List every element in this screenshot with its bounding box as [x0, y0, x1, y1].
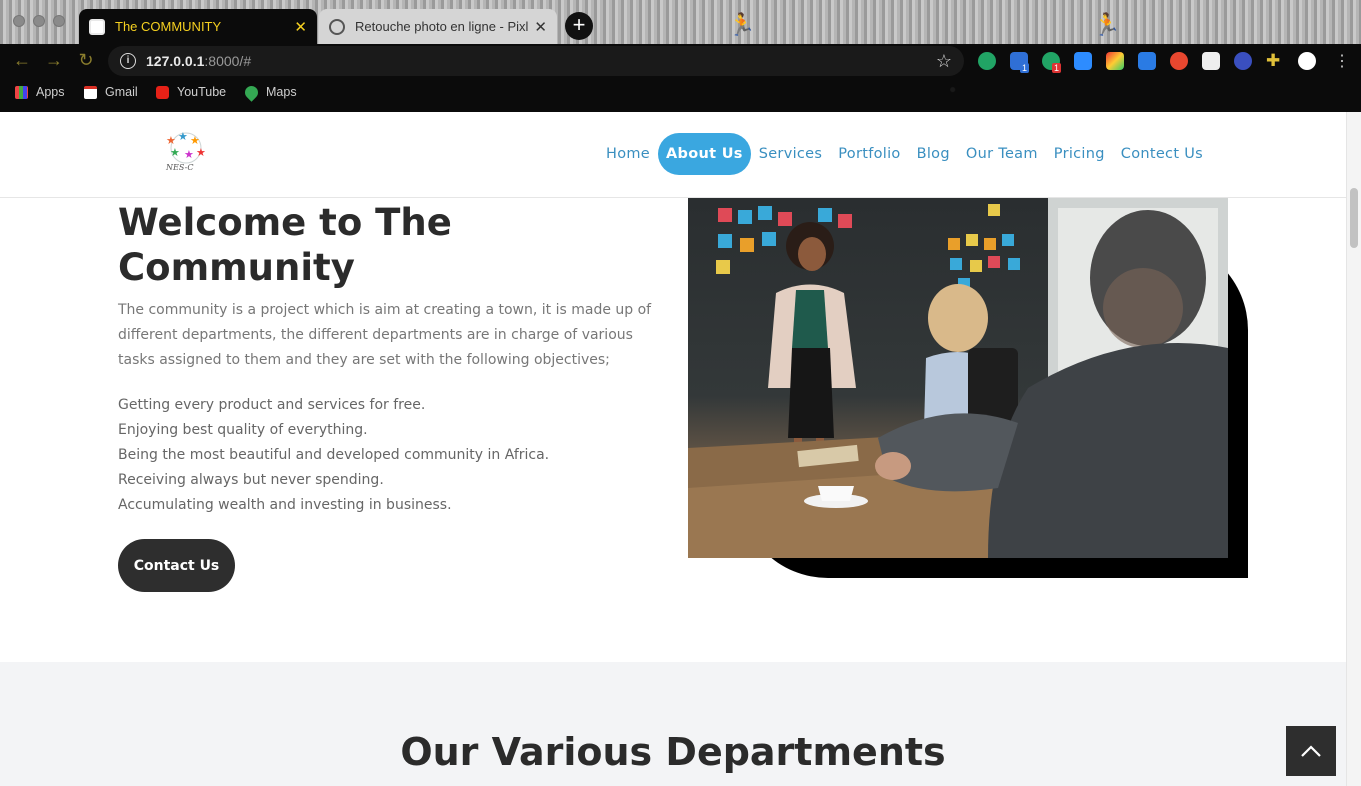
site-favicon-icon — [89, 18, 105, 35]
tab-title: Retouche photo en ligne - Pixlr — [355, 19, 529, 34]
extension-icon[interactable] — [1170, 52, 1188, 70]
site-header: ★ ★ ★ ★ ★ ★ NES-C Home About Us Services… — [0, 112, 1346, 198]
nav-portfolio[interactable]: Portfolio — [830, 133, 908, 175]
bookmark-apps[interactable]: Apps — [15, 85, 65, 99]
extensions-puzzle-icon[interactable]: ✚ — [1266, 52, 1284, 70]
bookmark-label: YouTube — [177, 85, 227, 99]
objectives-list: Getting every product and services for f… — [118, 393, 658, 518]
svg-text:★: ★ — [178, 131, 188, 143]
back-arrow-icon[interactable]: ← — [11, 50, 33, 71]
extension-icon[interactable] — [1106, 52, 1124, 70]
about-title: Welcome to The Community — [118, 201, 452, 289]
nav-blog[interactable]: Blog — [909, 133, 958, 175]
bookmark-youtube[interactable]: YouTube — [156, 85, 226, 99]
gmail-icon — [84, 85, 97, 99]
bookmark-star-icon[interactable]: ☆ — [936, 51, 952, 72]
profile-avatar[interactable] — [1298, 52, 1316, 70]
chevron-up-icon — [1301, 745, 1321, 757]
objective-item: Receiving always but never spending. — [118, 472, 384, 488]
back-to-top-button[interactable] — [1286, 726, 1336, 776]
tab-pixlr[interactable]: Retouche photo en ligne - Pixlr ✕ — [319, 9, 557, 44]
block-extension-icon[interactable] — [1234, 52, 1252, 70]
meeting-illustration — [688, 198, 1228, 558]
window-minimize-button[interactable] — [33, 15, 45, 27]
extension-badge: 1 — [1020, 63, 1030, 73]
main-nav: Home About Us Services Portfolio Blog Ou… — [598, 133, 1211, 175]
zoom-extension-icon[interactable] — [1074, 52, 1092, 70]
youtube-icon — [156, 85, 169, 99]
tab-the-community[interactable]: The COMMUNITY ✕ — [79, 9, 317, 44]
maps-icon — [242, 82, 261, 102]
nav-services[interactable]: Services — [751, 133, 831, 175]
objective-item: Being the most beautiful and developed c… — [118, 447, 550, 463]
contact-us-button[interactable]: Contact Us — [118, 539, 235, 592]
extension-badge: 1 — [1052, 63, 1062, 73]
apps-grid-icon — [15, 85, 28, 99]
tab-title: The COMMUNITY — [115, 19, 222, 34]
browser-menu-icon[interactable]: ⋮ — [1334, 51, 1350, 71]
presenter-figure — [768, 222, 856, 458]
address-bar[interactable]: i 127.0.0.1 :8000/# ☆ — [108, 46, 964, 76]
svg-text:★: ★ — [190, 135, 200, 147]
tab-close-icon[interactable]: ✕ — [294, 18, 307, 36]
new-tab-button[interactable]: + — [565, 12, 593, 40]
grammarly-extension-icon[interactable] — [978, 52, 996, 70]
meeting-photo — [688, 198, 1228, 558]
window-close-button[interactable] — [13, 15, 25, 27]
address-path: :8000/# — [204, 53, 252, 69]
logo-text: NES-C — [165, 163, 193, 172]
bookmark-label: Gmail — [105, 85, 138, 99]
svg-text:★: ★ — [184, 149, 194, 161]
reload-icon[interactable]: ↻ — [75, 50, 97, 71]
svg-text:★: ★ — [170, 147, 180, 159]
nav-our-team[interactable]: Our Team — [958, 133, 1046, 175]
tab-close-icon[interactable]: ✕ — [534, 18, 547, 36]
nav-home[interactable]: Home — [598, 133, 658, 175]
svg-text:★: ★ — [196, 147, 206, 159]
nav-contect-us[interactable]: Contect Us — [1113, 133, 1211, 175]
about-intro: The community is a project which is aim … — [118, 302, 652, 368]
bookmark-maps[interactable]: Maps — [242, 82, 297, 102]
nav-about-us[interactable]: About Us — [658, 133, 751, 175]
theme-runner-icon: 🏃 — [1093, 12, 1121, 37]
bookmark-label: Maps — [266, 85, 297, 99]
pixlr-favicon-icon — [329, 18, 345, 35]
bookmark-gmail[interactable]: Gmail — [84, 85, 138, 99]
download-extension-icon[interactable] — [1138, 52, 1156, 70]
site-info-icon[interactable]: i — [120, 53, 136, 69]
objective-item: Enjoying best quality of everything. — [118, 422, 368, 438]
address-host: 127.0.0.1 — [146, 53, 205, 69]
departments-title: Our Various Departments — [400, 730, 946, 774]
qr-code-extension-icon[interactable] — [1202, 52, 1220, 70]
browser-chrome: The COMMUNITY ✕ Retouche photo en ligne … — [0, 0, 1361, 112]
bookmark-label: Apps — [36, 85, 65, 99]
objective-item: Accumulating wealth and investing in bus… — [118, 497, 452, 513]
scrollbar-thumb[interactable] — [1350, 188, 1358, 248]
forward-arrow-icon[interactable]: → — [43, 50, 65, 71]
community-logo[interactable]: ★ ★ ★ ★ ★ ★ NES-C — [156, 130, 216, 174]
theme-runner-icon: 🏃 — [728, 12, 756, 37]
objective-item: Getting every product and services for f… — [118, 397, 426, 413]
sticky-notes — [716, 204, 1020, 290]
window-zoom-button[interactable] — [53, 15, 65, 27]
svg-text:★: ★ — [166, 135, 176, 147]
nav-pricing[interactable]: Pricing — [1046, 133, 1113, 175]
